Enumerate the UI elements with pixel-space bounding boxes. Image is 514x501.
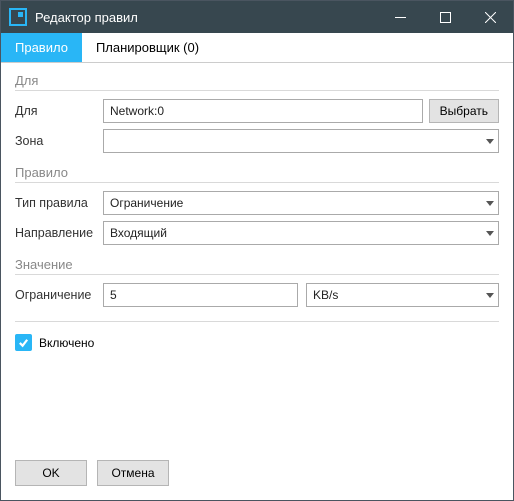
maximize-button[interactable]	[423, 1, 468, 33]
cancel-button[interactable]: Отмена	[97, 460, 169, 486]
content-area: Для Для Выбрать Зона Правило Тип правила…	[1, 63, 513, 450]
ok-button[interactable]: OK	[15, 460, 87, 486]
chevron-down-icon	[486, 231, 494, 236]
footer: OK Отмена	[1, 450, 513, 500]
label-limit: Ограничение	[15, 288, 103, 302]
divider	[15, 321, 499, 322]
enabled-checkbox[interactable]	[15, 334, 32, 351]
chevron-down-icon	[486, 293, 494, 298]
tabs: Правило Планировщик (0)	[1, 33, 513, 63]
label-for: Для	[15, 104, 103, 118]
check-icon	[18, 337, 29, 348]
tab-rule[interactable]: Правило	[1, 33, 82, 62]
rule-editor-window: Редактор правил Правило Планировщик (0) …	[0, 0, 514, 501]
titlebar: Редактор правил	[1, 1, 513, 33]
chevron-down-icon	[486, 201, 494, 206]
direction-select[interactable]: Входящий	[103, 221, 499, 245]
enabled-label: Включено	[39, 336, 94, 350]
label-direction: Направление	[15, 226, 103, 240]
limit-input[interactable]	[103, 283, 298, 307]
minimize-button[interactable]	[378, 1, 423, 33]
section-value: Значение	[15, 251, 499, 275]
unit-value: KB/s	[313, 288, 338, 302]
unit-select[interactable]: KB/s	[306, 283, 499, 307]
close-button[interactable]	[468, 1, 513, 33]
label-zone: Зона	[15, 134, 103, 148]
app-icon	[9, 8, 27, 26]
window-title: Редактор правил	[35, 10, 378, 25]
for-input[interactable]	[103, 99, 423, 123]
chevron-down-icon	[486, 139, 494, 144]
section-for: Для	[15, 67, 499, 91]
label-ruletype: Тип правила	[15, 196, 103, 210]
ruletype-value: Ограничение	[110, 196, 183, 210]
ruletype-select[interactable]: Ограничение	[103, 191, 499, 215]
zone-select[interactable]	[103, 129, 499, 153]
select-button[interactable]: Выбрать	[429, 99, 499, 123]
tab-scheduler[interactable]: Планировщик (0)	[82, 33, 213, 62]
section-rule: Правило	[15, 159, 499, 183]
direction-value: Входящий	[110, 226, 167, 240]
